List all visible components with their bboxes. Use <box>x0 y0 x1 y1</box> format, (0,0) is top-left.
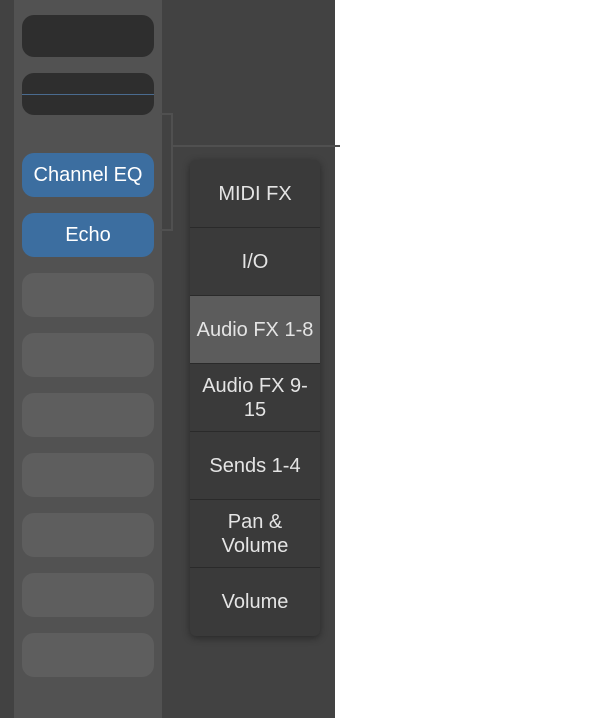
menu-item-pan-volume[interactable]: Pan & Volume <box>190 500 320 568</box>
insert-slot-empty[interactable] <box>22 573 154 617</box>
menu-item-audio-fx-9-15[interactable]: Audio FX 9-15 <box>190 364 320 432</box>
menu-item-io[interactable]: I/O <box>190 228 320 296</box>
insert-slot-empty[interactable] <box>22 633 154 677</box>
insert-slot-split[interactable] <box>22 73 154 115</box>
menu-item-audio-fx-1-8[interactable]: Audio FX 1-8 <box>190 296 320 364</box>
insert-slot-empty-dark[interactable] <box>22 15 154 57</box>
menu-item-volume[interactable]: Volume <box>190 568 320 636</box>
view-menu: MIDI FX I/O Audio FX 1-8 Audio FX 9-15 S… <box>190 160 320 636</box>
channel-strip: Channel EQ Echo <box>14 0 162 718</box>
menu-item-sends-1-4[interactable]: Sends 1-4 <box>190 432 320 500</box>
menu-item-midi-fx[interactable]: MIDI FX <box>190 160 320 228</box>
insert-slot-empty[interactable] <box>22 273 154 317</box>
app-panel: Channel EQ Echo MIDI FX I/O Audio FX 1-8… <box>0 0 335 718</box>
insert-slot-empty[interactable] <box>22 453 154 497</box>
insert-slot-channel-eq[interactable]: Channel EQ <box>22 153 154 197</box>
insert-slot-empty[interactable] <box>22 513 154 557</box>
insert-slot-empty[interactable] <box>22 393 154 437</box>
insert-slot-empty[interactable] <box>22 333 154 377</box>
insert-slot-echo[interactable]: Echo <box>22 213 154 257</box>
